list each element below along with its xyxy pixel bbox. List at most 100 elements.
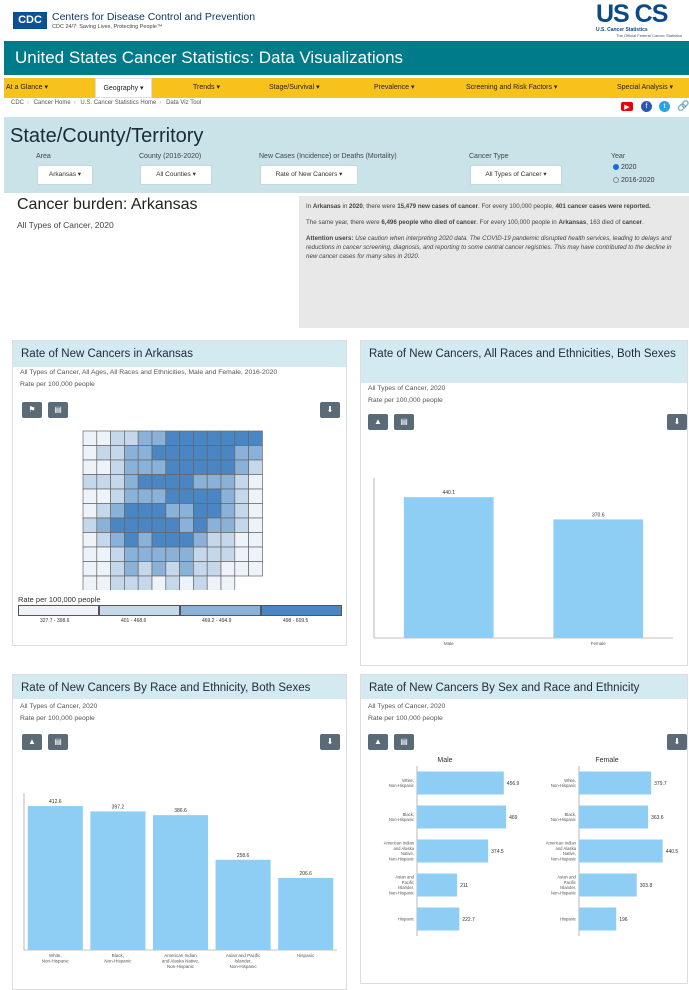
table-view-button[interactable]: ▤ bbox=[394, 734, 414, 750]
county-shape[interactable] bbox=[124, 532, 139, 548]
bar[interactable] bbox=[579, 771, 652, 795]
bar[interactable] bbox=[215, 859, 271, 950]
county-shape[interactable] bbox=[193, 532, 208, 548]
county-shape[interactable] bbox=[193, 517, 208, 533]
county-shape[interactable] bbox=[248, 546, 263, 562]
county-shape[interactable] bbox=[137, 474, 153, 490]
county-shape[interactable] bbox=[124, 561, 139, 577]
county-shape[interactable] bbox=[82, 474, 98, 490]
county-shape[interactable] bbox=[110, 430, 125, 446]
county-shape[interactable] bbox=[110, 459, 125, 475]
county-shape[interactable] bbox=[234, 474, 249, 490]
table-view-button[interactable]: ▤ bbox=[394, 414, 414, 430]
county-shape[interactable] bbox=[165, 488, 180, 504]
county-shape[interactable] bbox=[82, 575, 98, 590]
county-shape[interactable] bbox=[179, 517, 194, 533]
link-icon[interactable]: 🔗 bbox=[677, 101, 689, 112]
county-shape[interactable] bbox=[82, 517, 98, 533]
county-shape[interactable] bbox=[151, 575, 167, 590]
county-shape[interactable] bbox=[137, 503, 153, 519]
county-shape[interactable] bbox=[193, 503, 208, 519]
county-shape[interactable] bbox=[220, 517, 236, 533]
county-shape[interactable] bbox=[110, 503, 125, 519]
bar[interactable] bbox=[417, 839, 489, 863]
county-shape[interactable] bbox=[82, 546, 98, 562]
county-shape[interactable] bbox=[179, 546, 194, 562]
county-shape[interactable] bbox=[151, 546, 167, 562]
bar[interactable] bbox=[278, 877, 334, 950]
county-shape[interactable] bbox=[206, 532, 222, 548]
county-shape[interactable] bbox=[124, 459, 139, 475]
bar[interactable] bbox=[553, 519, 644, 638]
county-shape[interactable] bbox=[151, 561, 167, 577]
bar[interactable] bbox=[403, 497, 494, 638]
county-shape[interactable] bbox=[96, 575, 111, 590]
county-shape[interactable] bbox=[96, 488, 111, 504]
county-shape[interactable] bbox=[110, 517, 125, 533]
county-shape[interactable] bbox=[137, 517, 153, 533]
cdc-name[interactable]: Centers for Disease Control and Preventi… bbox=[52, 11, 255, 23]
county-shape[interactable] bbox=[248, 459, 263, 475]
bar[interactable] bbox=[152, 815, 209, 950]
county-shape[interactable] bbox=[82, 445, 98, 461]
county-shape[interactable] bbox=[206, 546, 222, 562]
county-shape[interactable] bbox=[151, 430, 167, 446]
county-shape[interactable] bbox=[124, 546, 139, 562]
county-shape[interactable] bbox=[82, 503, 98, 519]
county-shape[interactable] bbox=[234, 532, 249, 548]
county-shape[interactable] bbox=[193, 474, 208, 490]
year-radio-2016-2020[interactable]: 2016-2020 bbox=[613, 177, 654, 184]
county-shape[interactable] bbox=[206, 445, 222, 461]
cdc-logo[interactable]: CDC bbox=[13, 12, 47, 29]
county-shape[interactable] bbox=[165, 430, 180, 446]
chart-view-button[interactable]: ▲ bbox=[368, 734, 388, 750]
county-shape[interactable] bbox=[165, 517, 180, 533]
county-shape[interactable] bbox=[110, 561, 125, 577]
county-shape[interactable] bbox=[137, 430, 153, 446]
county-shape[interactable] bbox=[96, 546, 111, 562]
county-shape[interactable] bbox=[124, 575, 139, 590]
measure-dropdown[interactable]: Rate of New Cancers ▾ bbox=[260, 165, 358, 185]
site-title-bar[interactable]: United States Cancer Statistics: Data Vi… bbox=[4, 41, 689, 75]
bar[interactable] bbox=[417, 907, 460, 931]
county-shape[interactable] bbox=[220, 503, 236, 519]
breadcrumb-cancer-home[interactable]: Cancer Home bbox=[34, 100, 71, 106]
county-shape[interactable] bbox=[165, 561, 180, 577]
county-shape[interactable] bbox=[234, 561, 249, 577]
county-shape[interactable] bbox=[220, 532, 236, 548]
county-shape[interactable] bbox=[234, 488, 249, 504]
nav-trends[interactable]: Trends ▾ bbox=[193, 78, 220, 98]
breadcrumb-data-viz[interactable]: Data Viz Tool bbox=[166, 100, 201, 106]
county-shape[interactable] bbox=[82, 488, 98, 504]
county-shape[interactable] bbox=[124, 474, 139, 490]
county-shape[interactable] bbox=[193, 445, 208, 461]
county-shape[interactable] bbox=[137, 532, 153, 548]
breadcrumb-cdc[interactable]: CDC bbox=[11, 100, 24, 106]
county-shape[interactable] bbox=[151, 532, 167, 548]
county-shape[interactable] bbox=[110, 474, 125, 490]
county-dropdown[interactable]: All Counties ▾ bbox=[140, 165, 212, 185]
county-shape[interactable] bbox=[234, 445, 249, 461]
download-button[interactable]: ⬇ bbox=[320, 402, 340, 418]
county-shape[interactable] bbox=[110, 445, 125, 461]
uscs-logo[interactable]: US CS U.S. Cancer Statistics The Officia… bbox=[596, 2, 688, 39]
county-shape[interactable] bbox=[165, 575, 180, 590]
table-view-button[interactable]: ▤ bbox=[48, 734, 68, 750]
county-shape[interactable] bbox=[179, 459, 194, 475]
county-shape[interactable] bbox=[206, 459, 222, 475]
county-shape[interactable] bbox=[151, 503, 167, 519]
county-shape[interactable] bbox=[165, 532, 180, 548]
county-shape[interactable] bbox=[206, 474, 222, 490]
county-shape[interactable] bbox=[220, 430, 236, 446]
county-shape[interactable] bbox=[151, 445, 167, 461]
county-shape[interactable] bbox=[124, 503, 139, 519]
county-shape[interactable] bbox=[82, 561, 98, 577]
county-shape[interactable] bbox=[193, 459, 208, 475]
county-shape[interactable] bbox=[137, 561, 153, 577]
county-shape[interactable] bbox=[206, 575, 222, 590]
county-shape[interactable] bbox=[248, 561, 263, 577]
county-shape[interactable] bbox=[179, 445, 194, 461]
bar[interactable] bbox=[27, 806, 83, 950]
arkansas-county-map[interactable] bbox=[80, 428, 280, 590]
cancer-type-dropdown[interactable]: All Types of Cancer ▾ bbox=[470, 165, 562, 185]
